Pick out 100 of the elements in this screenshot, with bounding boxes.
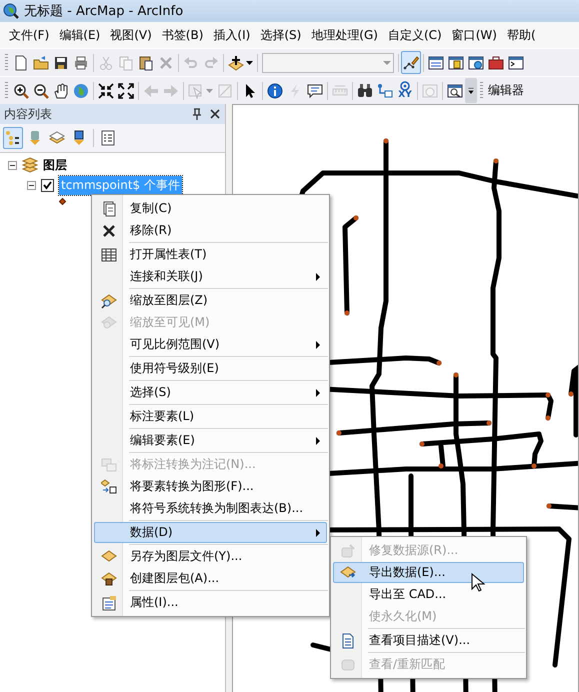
copy-icon	[118, 54, 134, 70]
point-marker	[486, 420, 492, 426]
command-window-icon	[508, 54, 524, 70]
globe-icon	[73, 82, 89, 98]
point-marker	[568, 392, 574, 396]
toolbar-button[interactable]	[401, 51, 421, 74]
convert-graphics-icon	[101, 478, 117, 494]
zoom-layer-icon	[101, 292, 117, 308]
undo-icon	[183, 54, 199, 70]
convert-labels-icon	[101, 456, 117, 472]
point-marker	[344, 310, 350, 316]
toolbar-button[interactable]: XY	[395, 79, 415, 102]
table-icon	[101, 246, 117, 262]
layer-checkbox[interactable]	[41, 178, 54, 192]
point-marker	[354, 216, 358, 220]
zoom-in-icon	[13, 82, 29, 98]
pin-button[interactable]	[191, 108, 203, 120]
point-symbol-icon	[59, 198, 66, 204]
table-window-icon	[428, 54, 444, 70]
delete-icon	[101, 222, 117, 238]
menu-item[interactable]: 地理处理(G)	[307, 24, 382, 46]
submenu-arrow-icon	[316, 528, 320, 536]
menu-item[interactable]: 选择(S)	[256, 24, 306, 46]
menu-item[interactable]: 另存为图层文件(Y)...	[94, 546, 327, 567]
menu-item[interactable]: 选择(S)	[94, 382, 327, 403]
menu-item[interactable]: 打开属性表(T)	[94, 244, 327, 265]
scissors-icon	[98, 54, 114, 70]
point-marker	[436, 360, 442, 366]
menu-item[interactable]: 编辑(E)	[55, 24, 104, 46]
pencil-line-icon	[403, 54, 419, 70]
folder-icon	[33, 54, 49, 70]
hand-icon	[53, 82, 69, 98]
route-icon	[377, 82, 393, 98]
clock-window-icon	[422, 82, 438, 98]
menu-item[interactable]: 书签(B)	[158, 24, 208, 46]
toolbar-button[interactable]	[465, 78, 477, 103]
menu-item[interactable]: 文件(F)	[5, 24, 54, 46]
menu-item[interactable]: 导出至 CAD...	[333, 584, 524, 605]
menu-item[interactable]: 视图(V)	[106, 24, 156, 46]
grip-handle[interactable]	[5, 54, 8, 71]
menu-item[interactable]: 插入(I)	[209, 24, 254, 46]
menu-item[interactable]: 连接和关联(J)	[94, 266, 327, 287]
point-marker	[384, 138, 388, 144]
grip-handle[interactable]	[480, 82, 483, 99]
menu-item[interactable]: 将符号系统转换为制图表达(B)...	[94, 498, 327, 519]
layer-diamond-icon	[101, 548, 117, 564]
point-marker	[546, 504, 552, 508]
caret-icon	[206, 88, 213, 92]
menu-item[interactable]: 标注要素(L)	[94, 406, 327, 427]
popup-window-icon	[307, 82, 323, 98]
binoculars-icon	[357, 82, 373, 98]
layers-icon	[22, 157, 38, 173]
point-marker	[494, 158, 498, 164]
menu-item[interactable]: 缩放至图层(Z)	[94, 290, 327, 311]
printer-icon	[73, 54, 89, 70]
document-icon	[340, 632, 356, 648]
ruler-icon	[332, 82, 348, 98]
document-icon	[13, 54, 29, 70]
menu-item[interactable]: 复制(C)	[94, 198, 327, 219]
document-copy-icon	[101, 200, 117, 216]
collapse-toggle-icon[interactable]	[8, 160, 17, 170]
menu-item[interactable]: 自定义(C)	[384, 24, 446, 46]
rematch-icon	[340, 656, 356, 672]
point-marker	[454, 372, 458, 378]
menu-item[interactable]: 将要素转换为图形(F)...	[94, 476, 327, 497]
caret-icon	[383, 60, 391, 64]
redo-icon	[203, 54, 219, 70]
menu-item[interactable]: 创建图层包(A)...	[94, 568, 327, 589]
right-arrow-icon	[163, 82, 179, 98]
menu-item[interactable]: 窗口(W)	[448, 24, 501, 46]
menu-item[interactable]: 使用符号级别(E)	[94, 358, 327, 379]
collapse-toggle-icon[interactable]	[27, 180, 36, 190]
select-features-icon	[188, 82, 204, 98]
options-list-icon	[100, 130, 116, 146]
menu-item[interactable]: 可见比例范围(V)	[94, 334, 327, 355]
catalog-window-icon	[448, 54, 464, 70]
window-title: 无标题 - ArcMap - ArcInfo	[24, 3, 184, 20]
clear-selection-icon	[217, 82, 233, 98]
group-label[interactable]: 图层	[43, 156, 67, 174]
search-window-icon	[468, 54, 484, 70]
app-icon	[3, 3, 19, 19]
menu-item[interactable]: 查看项目描述(V)...	[333, 630, 524, 651]
grip-handle[interactable]	[5, 82, 8, 99]
menu-item[interactable]: 移除(R)	[94, 220, 327, 241]
menu-item[interactable]: 数据(D)	[94, 522, 327, 543]
layer-package-icon	[101, 570, 117, 586]
close-button[interactable]	[209, 108, 221, 120]
left-arrow-icon	[143, 82, 159, 98]
menu-item[interactable]: 帮助(	[502, 24, 540, 46]
menu-item[interactable]: 属性(I)...	[94, 592, 327, 613]
point-marker	[438, 464, 444, 468]
point-marker	[532, 464, 536, 468]
export-data-icon	[340, 564, 356, 580]
point-marker	[420, 442, 424, 446]
toolbar-button[interactable]	[3, 127, 23, 149]
inward-arrows-icon	[98, 82, 114, 98]
menu-item[interactable]: 导出数据(E)...	[333, 562, 524, 583]
properties-icon	[101, 594, 117, 610]
zoom-out-icon	[33, 82, 49, 98]
menu-item[interactable]: 编辑要素(E)	[94, 430, 327, 451]
